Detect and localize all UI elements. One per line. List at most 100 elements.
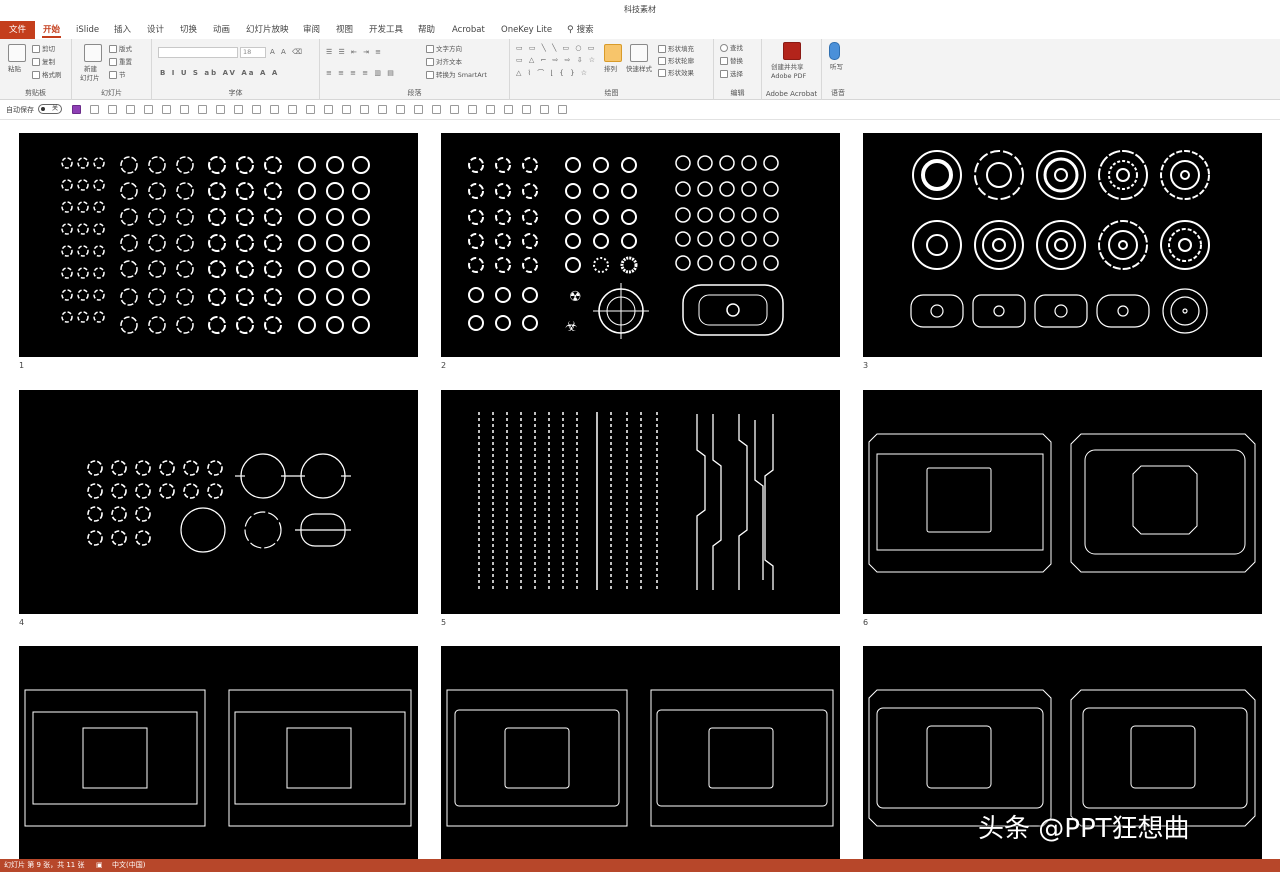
qat-icon-12[interactable] [288, 105, 297, 114]
tab-onekey[interactable]: OneKey Lite [495, 22, 558, 39]
qat-icon-4[interactable] [144, 105, 153, 114]
tab-transitions[interactable]: 切换 [174, 22, 203, 39]
new-slide-button[interactable]: 新建 [84, 65, 97, 74]
tab-view[interactable]: 视图 [330, 22, 359, 39]
align-controls[interactable]: ≡ ≡ ≡ ≡ ▥ ▤ [326, 69, 396, 77]
qat-icon-18[interactable] [396, 105, 405, 114]
slide-thumbnail-2[interactable]: ☢ ☣ [441, 133, 840, 357]
qat-icon-21[interactable] [450, 105, 459, 114]
slide-thumbnail-4[interactable] [19, 390, 418, 614]
qat-icon-7[interactable] [198, 105, 207, 114]
tab-home[interactable]: 开始 [37, 22, 66, 39]
tab-search[interactable]: ⚲ 搜索 [561, 22, 600, 39]
quick-styles-button[interactable]: 快速样式 [626, 65, 652, 74]
qat-icon-2[interactable] [108, 105, 117, 114]
tab-file[interactable]: 文件 [0, 21, 36, 39]
qat-icon-20[interactable] [432, 105, 441, 114]
section-label: 节 [119, 71, 126, 79]
cursor-icon [720, 70, 728, 78]
search-label: 搜索 [576, 25, 594, 35]
smartart-button[interactable]: 转换为 SmartArt [426, 71, 487, 80]
tab-review[interactable]: 审阅 [297, 22, 326, 39]
format-painter-label: 格式刷 [42, 71, 62, 79]
autosave-toggle-state: 关 [51, 105, 58, 112]
qat-icon-5[interactable] [162, 105, 171, 114]
select-button[interactable]: 选择 [720, 70, 743, 79]
qat-icon-11[interactable] [270, 105, 279, 114]
shape-fill-button[interactable]: 形状填充 [658, 45, 694, 54]
slide-thumbnail-3[interactable] [863, 133, 1262, 357]
text-direction-button[interactable]: 文字方向 [426, 45, 462, 54]
tab-islide[interactable]: iSlide [70, 22, 105, 39]
qat-icon-17[interactable] [378, 105, 387, 114]
shapes-gallery-row1[interactable]: ▭ ▭ ╲ ╲ ▭ ○ ▭ [516, 44, 596, 52]
qat-icon-14[interactable] [324, 105, 333, 114]
slide-thumbnail-8[interactable] [441, 646, 840, 870]
new-slide-button-line2[interactable]: 幻灯片 [80, 74, 100, 83]
font-name-field[interactable] [158, 47, 238, 58]
shape-outline-button[interactable]: 形状轮廓 [658, 57, 694, 66]
create-pdf-button-line2[interactable]: Adobe PDF [771, 72, 806, 81]
align-text-button[interactable]: 对齐文本 [426, 58, 462, 67]
font-format-controls[interactable]: B I U S ab AV Aa A A [160, 69, 279, 77]
tab-insert[interactable]: 插入 [108, 22, 137, 39]
qat-icon-10[interactable] [252, 105, 261, 114]
shape-effects-button[interactable]: 形状效果 [658, 69, 694, 78]
qat-icon-24[interactable] [504, 105, 513, 114]
paste-button[interactable]: 粘贴 [8, 65, 21, 74]
qat-icon-3[interactable] [126, 105, 135, 114]
qat-icon-23[interactable] [486, 105, 495, 114]
qat-icon-13[interactable] [306, 105, 315, 114]
slide-thumbnail-5[interactable] [441, 390, 840, 614]
replace-button[interactable]: 替换 [720, 57, 743, 66]
shapes-gallery-row2[interactable]: ▭ △ ⌐ ⇨ ⇨ ⇩ ☆ [516, 56, 597, 64]
group-clipboard: 粘贴 剪切 复制 格式刷 剪贴板 [0, 39, 72, 100]
tab-developer[interactable]: 开发工具 [363, 22, 409, 39]
find-button[interactable]: 查找 [720, 44, 743, 53]
qat-icon-16[interactable] [360, 105, 369, 114]
align-text-label: 对齐文本 [436, 58, 462, 66]
section-button[interactable]: 节 [109, 71, 126, 80]
qat-icon-8[interactable] [216, 105, 225, 114]
qat-icon-6[interactable] [180, 105, 189, 114]
paste-icon [8, 44, 26, 62]
slide-thumbnail-7[interactable] [19, 646, 418, 870]
qat-icon-22[interactable] [468, 105, 477, 114]
tab-design[interactable]: 设计 [141, 22, 170, 39]
slide-thumbnail-6[interactable] [863, 390, 1262, 614]
reset-button[interactable]: 重置 [109, 58, 132, 67]
autosave-label: 自动保存 [6, 106, 34, 114]
create-pdf-button[interactable]: 创建并共享 [771, 63, 804, 72]
quick-access-toolbar: 自动保存 关 [0, 100, 1280, 120]
copy-button[interactable]: 复制 [32, 58, 55, 67]
dictate-button[interactable]: 听写 [830, 63, 843, 72]
qat-icon-19[interactable] [414, 105, 423, 114]
font-size-field[interactable]: 18 [240, 47, 266, 58]
qat-icon-26[interactable] [540, 105, 549, 114]
accessibility-icon[interactable]: ▣ [96, 859, 103, 872]
layout-button[interactable]: 版式 [109, 45, 132, 54]
qat-icon-1[interactable] [90, 105, 99, 114]
save-icon[interactable] [72, 105, 81, 114]
qat-icon-27[interactable] [558, 105, 567, 114]
search-icon: ⚲ [567, 25, 574, 35]
qat-icon-25[interactable] [522, 105, 531, 114]
arrange-button[interactable]: 排列 [604, 65, 617, 74]
slide-thumbnail-1[interactable] [19, 133, 418, 357]
list-controls[interactable]: ☰ ☰ ⇤ ⇥ ≡ [326, 48, 383, 56]
outline-icon [658, 57, 666, 65]
tab-slideshow[interactable]: 幻灯片放映 [240, 22, 295, 39]
tab-acrobat[interactable]: Acrobat [446, 22, 491, 39]
group-label-slides: 幻灯片 [101, 89, 122, 97]
qat-icon-15[interactable] [342, 105, 351, 114]
language-status[interactable]: 中文(中国) [112, 859, 145, 872]
tab-animations[interactable]: 动画 [207, 22, 236, 39]
group-paragraph: ☰ ☰ ⇤ ⇥ ≡ ≡ ≡ ≡ ≡ ▥ ▤ 文字方向 对齐文本 转换为 Smar… [320, 39, 510, 100]
font-size-controls[interactable]: A A ⌫ [270, 48, 304, 56]
shapes-gallery-row3[interactable]: △ ⌇ ⌒ ⌊ { } ☆ [516, 68, 589, 78]
tab-help[interactable]: 帮助 [412, 22, 441, 39]
cut-button[interactable]: 剪切 [32, 45, 55, 54]
autosave-toggle[interactable]: 关 [38, 104, 62, 114]
format-painter-button[interactable]: 格式刷 [32, 71, 62, 80]
qat-icon-9[interactable] [234, 105, 243, 114]
